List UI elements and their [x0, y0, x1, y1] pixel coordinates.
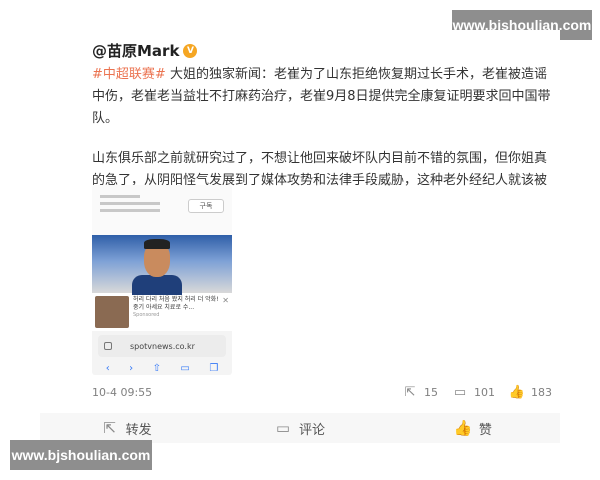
- subscribe-button: 구독: [188, 199, 224, 213]
- forward-icon: ›: [129, 363, 134, 374]
- post-counts: ⇱ 15 ▭ 101 👍 183: [402, 384, 552, 400]
- repost-label: 转发: [125, 422, 152, 438]
- verified-badge-icon: V: [183, 43, 198, 58]
- ad-title: 허리 다리 처음 봤지 허리 더 악화! 중기 아세요 치료로 수...: [133, 296, 219, 311]
- photo-hair: [144, 239, 170, 249]
- post-timestamp[interactable]: 10-4 09:55: [92, 386, 152, 399]
- embedded-phone-screenshot[interactable]: 구독 허리 다리 처음 봤지 허리 더 악화! 중기 아세요 치료로 수... …: [92, 185, 232, 375]
- photo-shirt: [132, 275, 182, 295]
- action-bar: ⇱ 转发 ▭ 评论 👍 赞: [40, 413, 560, 443]
- url-bar: spotvnews.co.kr: [98, 335, 226, 357]
- share-icon: ⇧: [152, 363, 161, 374]
- browser-nav: ‹ › ⇧ ▭ ❐: [92, 361, 232, 375]
- ad-text: 허리 다리 처음 봤지 허리 더 악화! 중기 아세요 치료로 수... Spo…: [129, 296, 222, 328]
- author-row: @苗原Mark V: [92, 40, 198, 61]
- weibo-post-card: @苗原Mark V #中超联赛# 大姐的独家新闻：老崔为了山东拒绝恢复期过长手术…: [40, 30, 560, 410]
- page-icon: [104, 342, 112, 350]
- article-photo: [92, 235, 232, 295]
- watermark-bottom: www.bjshoulian.com: [10, 440, 152, 470]
- like-count[interactable]: 👍 183: [508, 384, 552, 400]
- tabs-icon: ❐: [209, 363, 219, 374]
- share-count[interactable]: ⇱ 15: [402, 384, 438, 400]
- comment-button[interactable]: ▭ 评论: [213, 419, 386, 438]
- ad-thumbnail: [95, 296, 129, 328]
- close-icon: ✕: [222, 296, 229, 305]
- share-icon: ⇱: [404, 384, 416, 400]
- comment-label: 评论: [298, 422, 325, 438]
- ad-sponsored: Sponsored: [133, 312, 160, 318]
- url-text: spotvnews.co.kr: [130, 341, 195, 351]
- article-date-line: [100, 202, 160, 205]
- ad-banner: 허리 다리 처음 봤지 허리 더 악화! 중기 아세요 치료로 수... Spo…: [92, 293, 232, 331]
- comment-count-value: 101: [474, 385, 495, 399]
- article-author-line: [100, 195, 140, 198]
- thumbs-up-icon: 👍: [453, 419, 473, 437]
- article-date-line-2: [100, 209, 160, 212]
- like-count-value: 183: [531, 385, 552, 399]
- repost-icon: ⇱: [103, 419, 116, 437]
- comment-icon: ▭: [275, 419, 291, 437]
- article-header: 구독: [92, 185, 232, 235]
- like-label: 赞: [478, 422, 492, 438]
- thumbs-up-icon: 👍: [508, 384, 526, 400]
- bookmarks-icon: ▭: [180, 363, 190, 374]
- comment-count[interactable]: ▭ 101: [452, 384, 495, 400]
- hashtag-link[interactable]: #中超联赛#: [92, 67, 166, 82]
- share-count-value: 15: [424, 385, 438, 399]
- post-paragraph-1: #中超联赛# 大姐的独家新闻：老崔为了山东拒绝恢复期过长手术，老崔被造谣中伤，老…: [92, 64, 552, 130]
- like-button[interactable]: 👍 赞: [387, 419, 560, 438]
- author-name[interactable]: @苗原Mark: [92, 40, 179, 61]
- post-meta-row: 10-4 09:55 ⇱ 15 ▭ 101 👍 183: [92, 382, 552, 402]
- comment-icon: ▭: [453, 384, 467, 400]
- repost-button[interactable]: ⇱ 转发: [40, 419, 213, 438]
- back-icon: ‹: [105, 363, 110, 374]
